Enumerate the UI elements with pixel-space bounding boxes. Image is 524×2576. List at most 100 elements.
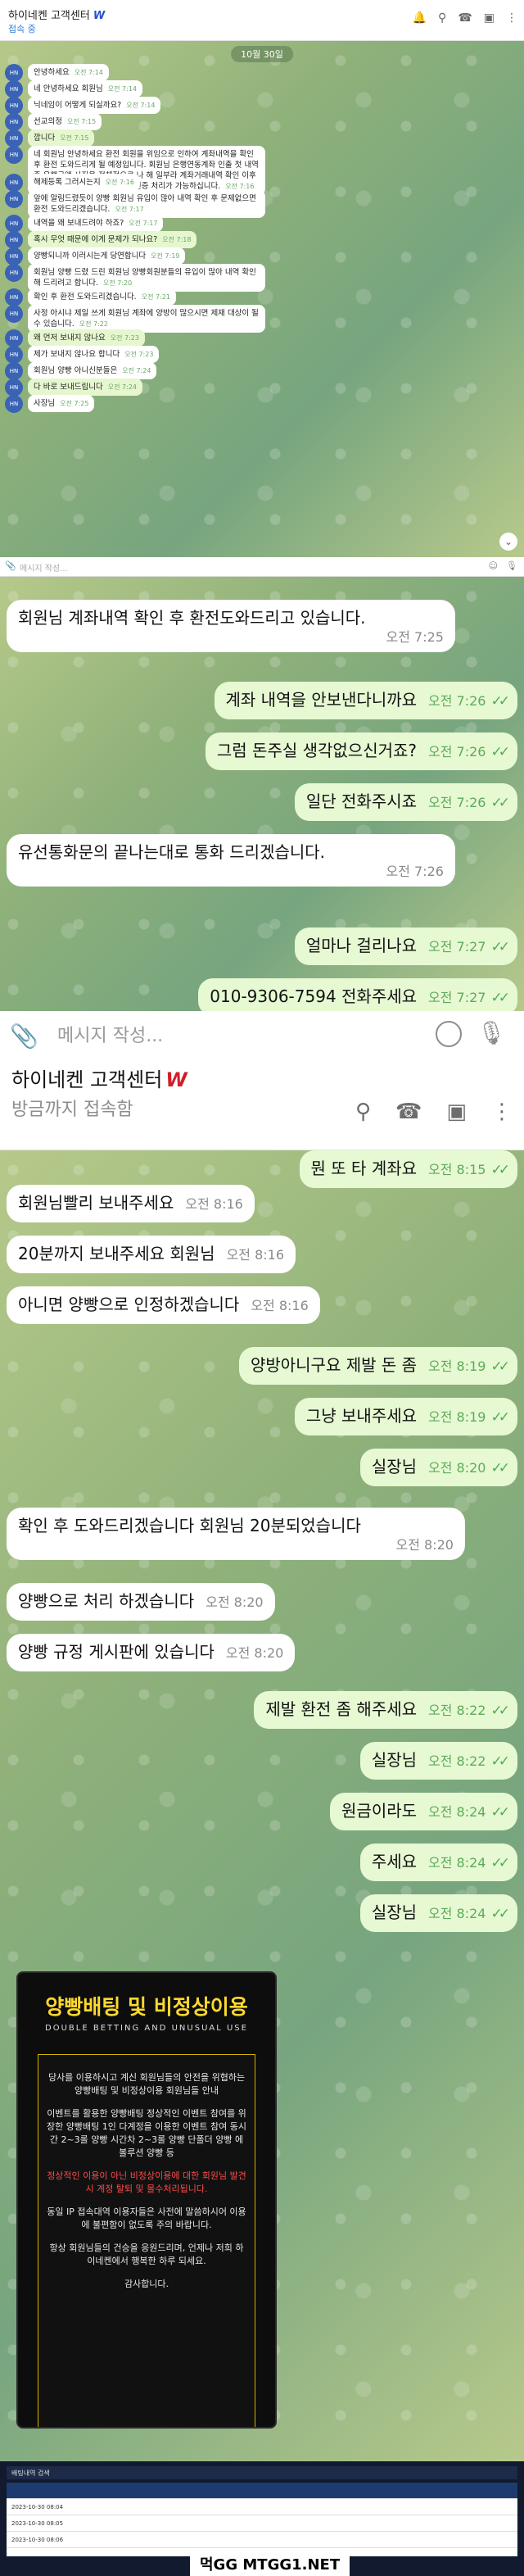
poster-title: 양빵배팅 및 비정상이용 [45,1995,248,2019]
message-text: 닉네임이 어떻게 되실까요? [34,101,122,110]
message-bubble[interactable]: 확인 후 환전 도와드리겠습니다. 오전 7:21 [28,288,176,306]
avatar-icon[interactable]: HN [5,113,23,131]
chat-area-small[interactable]: 10월 30일 HN 안녕하세요 오전 7:14 HN 네 안녕하세요 회원님 오전 7:… [0,41,524,557]
sidebar-icon[interactable]: ▣ [484,11,495,25]
message-bubble[interactable]: 제발 환전 좀 해주세요 오전 8:22 ✓✓ [254,1691,517,1729]
chat-area-3[interactable]: 뭔 또 타 계좌요 오전 8:15 ✓✓ 회원님빨리 보내주세요 오전 8:16 20분까… [0,1150,524,2461]
avatar-icon[interactable]: HN [5,231,23,249]
avatar-icon[interactable]: HN [5,80,23,98]
mic-icon[interactable]: 🎙 [477,1019,506,1046]
search-icon[interactable]: ⚲ [438,11,446,25]
avatar-icon[interactable]: HN [5,379,23,397]
avatar-icon[interactable]: HN [5,247,23,265]
message-bubble[interactable]: 그냥 보내주세요 오전 8:19 ✓✓ [294,1398,517,1435]
chat-status: 접속 중 [8,24,36,34]
message-bubble[interactable]: 내역을 왜 보내드려야 하죠? 오전 7:17 [28,215,164,232]
message-input[interactable]: 📎 메시지 작성... 🎙 [0,1011,524,1060]
message-bubble[interactable]: 회원님빨리 보내주세요 오전 8:16 [7,1185,255,1222]
message-text: 안녕하세요 [34,68,70,77]
message-bubble[interactable]: 혹시 무엇 때문에 이게 문제가 되나요? 오전 7:18 [28,231,197,248]
message-bubble[interactable]: 닉네임이 어떻게 되실까요? 오전 7:14 [28,97,161,114]
avatar-icon[interactable]: HN [5,288,23,306]
more-icon[interactable]: ⋮ [491,1100,513,1124]
message-bubble[interactable]: 실장님 오전 8:20 ✓✓ [359,1449,517,1486]
message-bubble[interactable]: 사장님 오전 7:25 [28,395,95,412]
avatar-icon[interactable]: HN [5,395,23,413]
message-time: 오전 8:16 [251,1298,309,1313]
read-check-icon: ✓✓ [490,939,510,955]
table-row: 2023-10-30 08:05 [7,2515,517,2532]
avatar-icon[interactable]: HN [5,362,23,380]
message-bubble[interactable]: 네 안녕하세요 회원님 오전 7:14 [28,80,142,98]
avatar-icon[interactable]: HN [5,129,23,147]
attach-icon[interactable]: 📎 [10,1023,38,1050]
message-bubble[interactable]: 010-9306-7594 전화주세요 오전 7:27 ✓✓ [198,978,517,1011]
message-bubble[interactable]: 다 바로 보내드립니다 오전 7:24 [28,379,142,396]
message-time: 오전 7:26 [428,744,486,760]
message-bubble[interactable]: 원금이라도 오전 8:24 ✓✓ [330,1793,517,1830]
message-time: 오전 7:23 [124,351,154,358]
more-icon[interactable]: ⋮ [506,11,517,25]
message-bubble[interactable]: 선교의정 오전 7:15 [28,113,102,130]
rules-poster-image[interactable]: 양빵배팅 및 비정상이용 DOUBLE BETTING AND UNUSUAL … [16,1971,277,2429]
emoji-icon[interactable]: ☺ [489,560,498,571]
avatar-icon[interactable]: HN [5,264,23,282]
avatar-icon[interactable]: HN [5,215,23,233]
message-bubble[interactable]: 회원님 양빵 드렸 드린 회원님 양빵회원분들의 유입이 많아 내역 확인해 드… [28,264,265,292]
avatar-icon[interactable]: HN [5,329,23,347]
message-bubble[interactable]: 안녕하세요 오전 7:14 [28,64,109,81]
phone-icon[interactable]: ☎ [458,11,472,25]
avatar-icon[interactable]: HN [5,97,23,115]
chat-area-2[interactable]: 회원님 계좌내역 확인 후 환전도와드리고 있습니다. 오전 7:25 계좌 내역을… [0,577,524,1011]
message-bubble[interactable]: 사정 아시냐 제일 쓰게 회원님 계좌에 양방이 많으시면 제재 대상이 될 수… [28,305,265,333]
avatar-icon[interactable]: HN [5,64,23,82]
message-bubble[interactable]: 뭔 또 타 계좌요 오전 8:15 ✓✓ [299,1150,517,1188]
message-bubble[interactable]: 일단 전화주시죠 오전 7:26 ✓✓ [294,783,517,821]
message-text: 회원님 양빵 아니신분들은 [34,366,118,375]
message-bubble[interactable]: 앞에 알림드렸듯이 양빵 회원님 유입이 많아 내역 확인 후 문제없으면 환전… [28,190,265,218]
avatar-icon[interactable]: HN [5,174,23,192]
message-bubble[interactable]: 아니면 양빵으로 인정하겠습니다 오전 8:16 [7,1286,320,1324]
message-bubble[interactable]: 양빵 규정 게시판에 있습니다 오전 8:20 [7,1634,296,1671]
message-bubble[interactable]: 양방아니구요 제발 돈 좀 오전 8:19 ✓✓ [238,1347,517,1385]
message-row: HN 네 안녕하세요 회원님 오전 7:14 [5,80,142,98]
message-time: 오전 7:18 [162,236,192,243]
message-bubble[interactable]: 얼마나 걸리나요 오전 7:27 ✓✓ [294,927,517,965]
message-bubble[interactable]: 왜 먼저 보내지 않나요 오전 7:23 [28,329,145,347]
message-bubble[interactable]: 실장님 오전 8:22 ✓✓ [359,1742,517,1780]
message-bubble[interactable]: 깝니다 오전 7:15 [28,129,95,147]
message-row: HN 확인 후 환전 도와드리겠습니다. 오전 7:21 [5,288,176,306]
message-row: HN 앞에 알림드렸듯이 양빵 회원님 유입이 많아 내역 확인 후 문제없으면 … [5,190,265,218]
emoji-icon[interactable] [436,1021,462,1047]
attach-icon[interactable]: 📎 [5,560,16,571]
message-text: 그냥 보내주세요 [305,1406,418,1426]
message-row: HN 선교의정 오전 7:15 [5,113,102,131]
message-input-small[interactable]: 📎 메시지 작성... ☺ 🎙 [0,557,524,577]
message-bubble[interactable]: 양빵으로 처리 하겠습니다 오전 8:20 [7,1583,275,1621]
message-bubble[interactable]: 실장님 오전 8:24 ✓✓ [359,1894,517,1932]
message-bubble[interactable]: 그럼 돈주실 생각없으신거죠? 오전 7:26 ✓✓ [205,732,517,770]
bell-icon[interactable]: 🔔 [413,11,427,25]
message-bubble[interactable]: 주세요 오전 8:24 ✓✓ [359,1844,517,1881]
message-bubble[interactable]: 양빵되니까 이러시는게 당연합니다 오전 7:19 [28,247,186,265]
avatar-icon[interactable]: HN [5,346,23,364]
search-icon[interactable]: ⚲ [355,1100,371,1124]
message-bubble[interactable]: 회원님 계좌내역 확인 후 환전도와드리고 있습니다. 오전 7:25 [7,600,455,652]
avatar-icon[interactable]: HN [5,305,23,323]
mic-icon[interactable]: 🎙 [506,560,517,571]
message-bubble[interactable]: 유선통화문의 끝나는대로 통화 드리겠습니다. 오전 7:26 [7,834,455,887]
message-bubble[interactable]: 계좌 내역을 안보낸다니까요 오전 7:26 ✓✓ [214,682,517,719]
message-bubble[interactable]: 해제등록 그러시는지 오전 7:16 [28,174,140,191]
avatar-icon[interactable]: HN [5,190,23,208]
message-time: 오전 8:20 [225,1645,284,1661]
message-bubble[interactable]: 확인 후 도와드리겠습니다 회원님 20분되었습니다 오전 8:20 [7,1508,465,1560]
message-bubble[interactable]: 회원님 양빵 아니신분들은 오전 7:24 [28,362,157,379]
phone-icon[interactable]: ☎ [395,1100,422,1124]
message-bubble[interactable]: 제가 보내지 않나요 합니다 오전 7:23 [28,346,160,363]
avatar-icon[interactable]: HN [5,146,23,164]
message-text: 아니면 양빵으로 인정하겠습니다 [18,1295,240,1314]
sidebar-icon[interactable]: ▣ [446,1100,467,1124]
message-bubble[interactable]: 20분까지 보내주세요 회원님 오전 8:16 [7,1236,296,1273]
chat-header: 하이네켄 고객센터 W 방금까지 접속함 ⚲ ☎ ▣ ⋮ [0,1060,524,1150]
scroll-down-button[interactable]: ⌄ [499,533,517,551]
